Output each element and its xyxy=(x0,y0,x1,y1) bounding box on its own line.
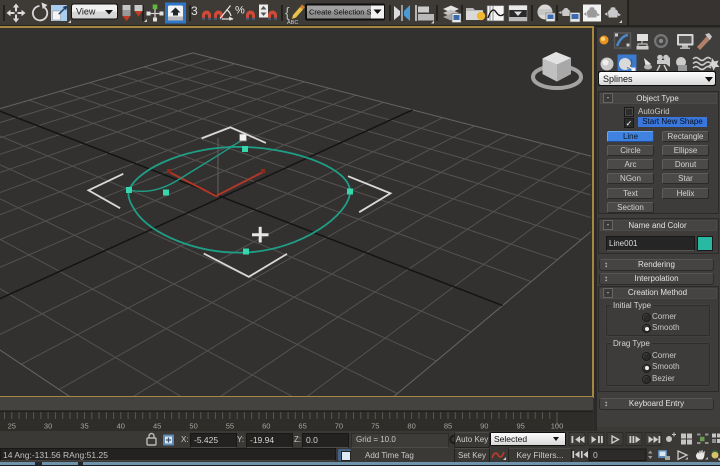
svg-text:{: { xyxy=(285,4,290,20)
svg-text:45: 45 xyxy=(153,422,161,431)
svg-text:70: 70 xyxy=(335,422,343,431)
svg-text:3: 3 xyxy=(191,4,198,18)
svg-text:95: 95 xyxy=(517,422,525,431)
svg-text:100: 100 xyxy=(551,422,564,431)
svg-text:%: % xyxy=(235,5,245,17)
svg-text:50: 50 xyxy=(189,422,197,431)
svg-text:40: 40 xyxy=(117,422,125,431)
svg-text:85: 85 xyxy=(444,422,452,431)
svg-text:55: 55 xyxy=(226,422,234,431)
svg-text:75: 75 xyxy=(371,422,379,431)
svg-text:60: 60 xyxy=(262,422,270,431)
svg-text:25: 25 xyxy=(8,422,16,431)
svg-text:90: 90 xyxy=(480,422,488,431)
svg-text:Create Selection Se: Create Selection Se xyxy=(309,8,376,17)
svg-text:0: 0 xyxy=(593,450,598,460)
svg-text:35: 35 xyxy=(80,422,88,431)
svg-text:65: 65 xyxy=(298,422,306,431)
svg-text:30: 30 xyxy=(44,422,52,431)
svg-text:View: View xyxy=(76,7,96,17)
svg-text:80: 80 xyxy=(407,422,415,431)
